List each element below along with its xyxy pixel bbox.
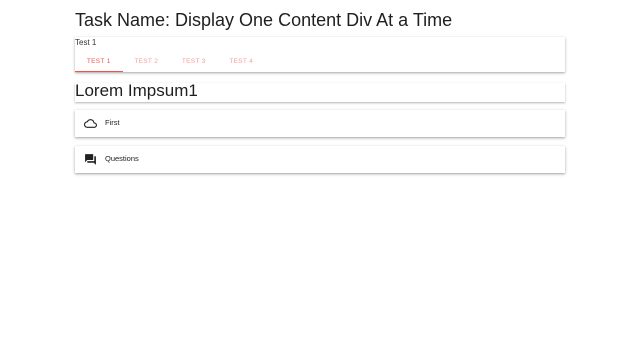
tab-bar: TEST 1 TEST 2 TEST 3 TEST 4 (75, 51, 265, 72)
tab-test-4[interactable]: TEST 4 (218, 51, 266, 72)
page: Task Name: Display One Content Div At a … (0, 0, 640, 360)
cloud-icon (84, 117, 97, 130)
tab-test-1[interactable]: TEST 1 (75, 51, 123, 72)
list-item-label: First (105, 118, 120, 127)
tab-label: TEST 4 (229, 58, 254, 65)
tab-label: TEST 2 (134, 58, 159, 65)
tabs-card: Test 1 TEST 1 TEST 2 TEST 3 TEST 4 (75, 37, 565, 72)
tab-label: TEST 3 (181, 58, 206, 65)
list-item-label: Questions (105, 154, 139, 163)
tab-label: TEST 1 (86, 58, 111, 65)
task-title: Task Name: Display One Content Div At a … (75, 10, 453, 30)
tabs-card-title: Test 1 (75, 38, 97, 47)
content-heading-card: Lorem Impsum1 (75, 81, 565, 102)
tab-test-3[interactable]: TEST 3 (170, 51, 218, 72)
content-heading: Lorem Impsum1 (75, 81, 198, 100)
forum-icon (84, 153, 97, 166)
list-item-questions[interactable]: Questions (75, 146, 565, 173)
list-item-first[interactable]: First (75, 110, 565, 137)
active-tab-indicator (75, 70, 123, 72)
tab-test-2[interactable]: TEST 2 (123, 51, 171, 72)
